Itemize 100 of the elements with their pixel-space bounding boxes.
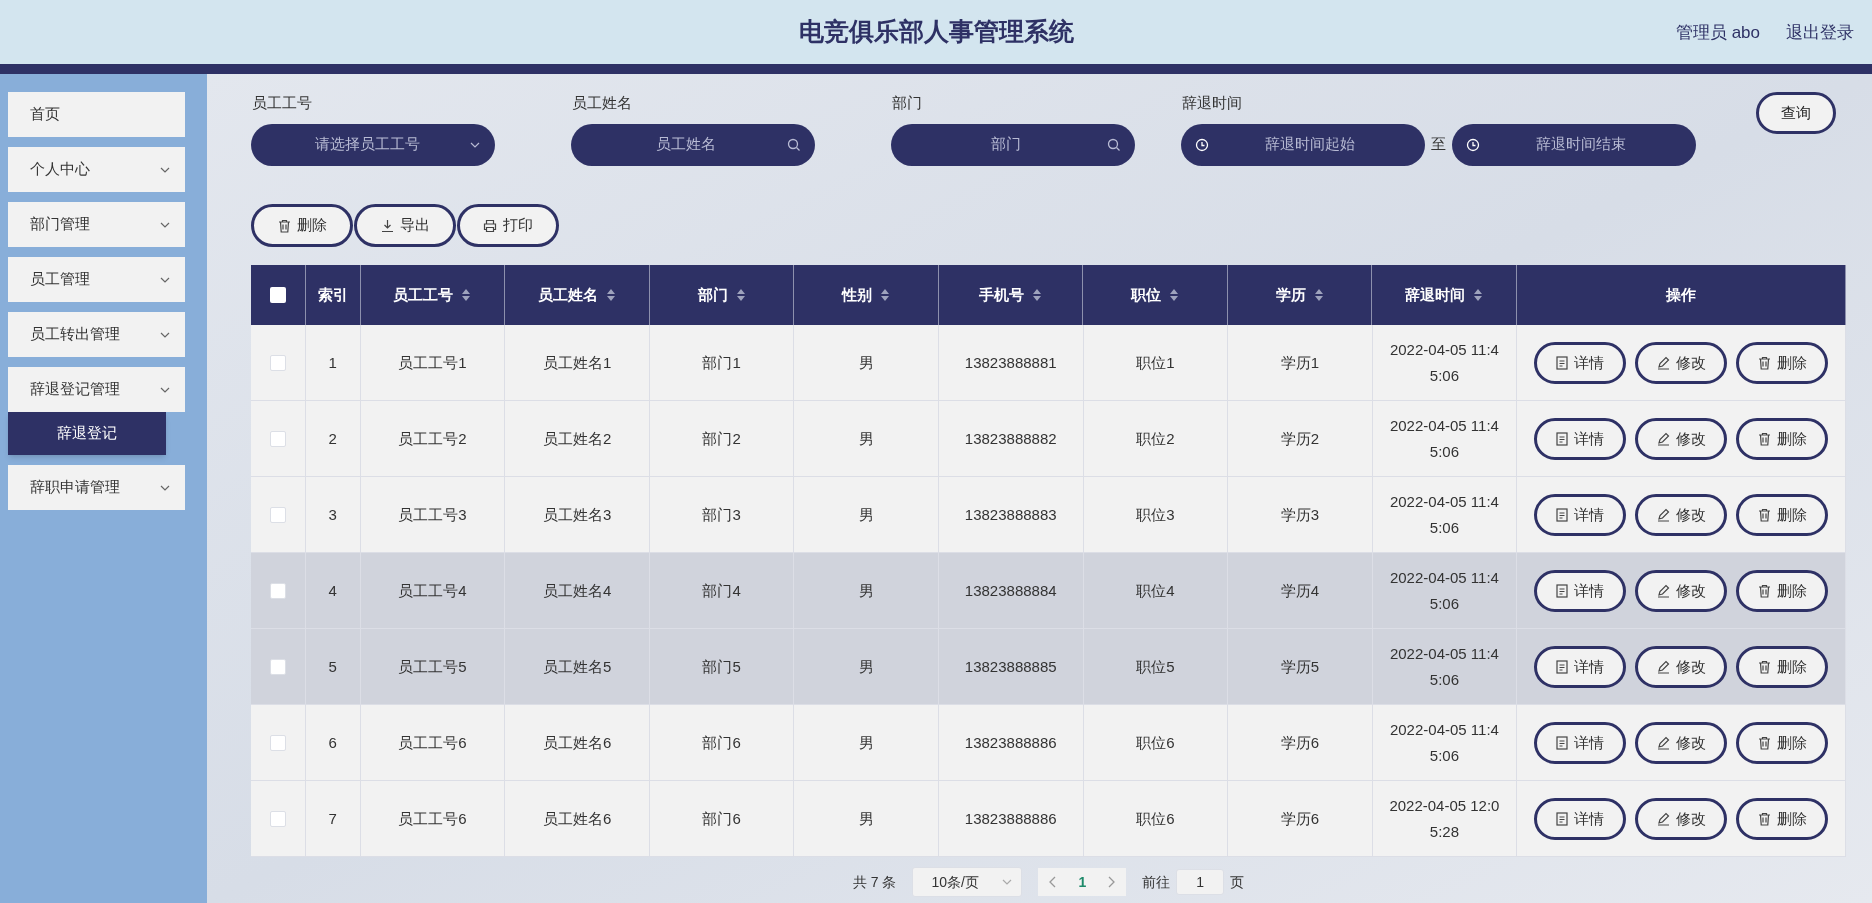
select-field[interactable]: 请选择员工工号 — [251, 123, 495, 166]
field-label: 员工工号 — [251, 93, 313, 113]
table-cell-text: 学历1 — [1280, 352, 1320, 373]
sort-icon — [461, 288, 472, 302]
table-cell-text: 职位5 — [1136, 656, 1175, 677]
detail-button[interactable]: 详情 — [1534, 797, 1627, 840]
row-checkbox[interactable] — [269, 810, 286, 827]
pencil-icon — [1656, 431, 1670, 446]
table-cell-text: 学历4 — [1280, 580, 1320, 601]
row-checkbox[interactable] — [269, 354, 286, 371]
edit-button[interactable]: 修改 — [1635, 721, 1728, 764]
page-number[interactable]: 1 — [1072, 871, 1093, 893]
delete-button[interactable]: 删除 — [1736, 417, 1829, 460]
row-checkbox[interactable] — [269, 658, 286, 675]
table-cell-text: 职位3 — [1136, 504, 1175, 525]
table-cell-text: 男 — [858, 504, 874, 525]
input-field[interactable]: 部门 — [891, 123, 1135, 166]
table-cell-text: 部门6 — [702, 808, 741, 829]
submenu-item[interactable]: 辞退登记 — [8, 412, 166, 455]
table-row[interactable]: 4 员工工号4 员工姓名4 部门4 男 13823888884 职位4 学历4 2022-04-05 11:45:06 详情 修改 删除 — [251, 553, 1846, 629]
detail-button[interactable]: 详情 — [1534, 341, 1627, 384]
table-row[interactable]: 6 员工工号6 员工姓名6 部门6 男 13823888886 职位6 学历6 2022-04-05 11:45:06 详情 修改 删除 — [251, 705, 1846, 781]
next-page-button[interactable] — [1106, 876, 1117, 888]
row-checkbox[interactable] — [269, 734, 286, 751]
table-cell-text: 2022-04-05 11:45:06 — [1388, 491, 1500, 538]
row-checkbox[interactable] — [269, 430, 286, 447]
total-count: 共 7 条 — [852, 872, 897, 892]
sort-icon — [1473, 288, 1484, 302]
document-icon — [1556, 355, 1569, 370]
edit-button[interactable]: 修改 — [1635, 341, 1728, 384]
table-cell-text: 部门2 — [702, 428, 741, 449]
sidebar-item[interactable]: 辞退登记管理 — [8, 367, 185, 412]
table-cell-text: 2022-04-05 11:45:06 — [1388, 719, 1500, 766]
table-row[interactable]: 2 员工工号2 员工姓名2 部门2 男 13823888882 职位2 学历2 2022-04-05 11:45:06 详情 修改 删除 — [251, 401, 1846, 477]
trash-icon — [1757, 811, 1771, 826]
detail-button[interactable]: 详情 — [1534, 493, 1627, 536]
detail-button[interactable]: 详情 — [1534, 417, 1627, 460]
trash-icon — [1757, 659, 1771, 674]
table-cell-text: 职位2 — [1136, 428, 1175, 449]
table-row[interactable]: 7 员工工号6 员工姓名6 部门6 男 13823888886 职位6 学历6 2022-04-05 12:05:28 详情 修改 删除 — [251, 781, 1846, 857]
table-cell-text: 员工姓名4 — [542, 580, 612, 601]
detail-button[interactable]: 详情 — [1534, 569, 1627, 612]
table-cell-text: 3 — [328, 504, 337, 525]
delete-button[interactable]: 删除 — [1736, 493, 1829, 536]
query-button[interactable]: 查询 — [1756, 92, 1836, 134]
input-field[interactable]: 辞退时间起始 — [1181, 123, 1425, 166]
input-field[interactable]: 辞退时间结束 — [1452, 123, 1696, 166]
edit-button[interactable]: 修改 — [1635, 417, 1728, 460]
table-cell-text: 员工工号4 — [398, 580, 467, 601]
table-cell-text: 学历3 — [1280, 504, 1320, 525]
trash-icon — [1757, 355, 1771, 370]
sidebar-item[interactable]: 员工管理 — [8, 257, 185, 302]
delete-button[interactable]: 删除 — [1736, 569, 1829, 612]
print-button[interactable]: 打印 — [457, 204, 559, 247]
detail-button[interactable]: 详情 — [1534, 721, 1627, 764]
edit-button[interactable]: 修改 — [1635, 797, 1728, 840]
detail-button[interactable]: 详情 — [1534, 645, 1627, 688]
table-cell-text: 2 — [328, 428, 337, 449]
sidebar-item[interactable]: 员工转出管理 — [8, 312, 185, 357]
column-header: 辞退时间 — [1405, 284, 1466, 305]
select-all-checkbox[interactable] — [269, 287, 286, 303]
column-header: 员工工号 — [393, 284, 454, 305]
table-cell-text: 员工姓名1 — [542, 352, 612, 373]
edit-button[interactable]: 修改 — [1635, 645, 1728, 688]
table-cell-text: 职位1 — [1136, 352, 1175, 373]
sidebar-item[interactable]: 首页 — [8, 92, 185, 137]
row-checkbox[interactable] — [269, 582, 286, 599]
sort-icon — [1169, 288, 1180, 302]
delete-button[interactable]: 删除 — [1736, 797, 1829, 840]
logout-link[interactable]: 退出登录 — [1786, 20, 1854, 46]
pencil-icon — [1656, 507, 1670, 522]
table-cell-text: 学历2 — [1280, 428, 1320, 449]
table-cell-text: 13823888885 — [964, 656, 1057, 677]
table-cell-text: 员工姓名2 — [542, 428, 612, 449]
sort-icon — [1313, 288, 1324, 302]
app-title: 电竞俱乐部人事管理系统 — [798, 16, 1074, 48]
sidebar-item[interactable]: 部门管理 — [8, 202, 185, 247]
table-row[interactable]: 1 员工工号1 员工姓名1 部门1 男 13823888881 职位1 学历1 2022-04-05 11:45:06 详情 修改 删除 — [251, 325, 1846, 401]
table-row[interactable]: 5 员工工号5 员工姓名5 部门5 男 13823888885 职位5 学历5 2022-04-05 11:45:06 详情 修改 删除 — [251, 629, 1846, 705]
delete-button[interactable]: 删除 — [1736, 721, 1829, 764]
goto-label: 前往 — [1142, 872, 1171, 892]
table-cell-text: 员工姓名5 — [542, 656, 612, 677]
table-cell-text: 男 — [858, 580, 874, 601]
table-cell-text: 2022-04-05 12:05:28 — [1388, 795, 1501, 842]
table-row[interactable]: 3 员工工号3 员工姓名3 部门3 男 13823888883 职位3 学历3 2022-04-05 11:45:06 详情 修改 删除 — [251, 477, 1846, 553]
edit-button[interactable]: 修改 — [1635, 569, 1728, 612]
sidebar-item[interactable]: 个人中心 — [8, 147, 185, 192]
delete-button[interactable]: 删除 — [251, 204, 353, 247]
delete-button[interactable]: 删除 — [1736, 341, 1829, 384]
sidebar-item[interactable]: 辞职申请管理 — [8, 465, 185, 510]
document-icon — [1556, 735, 1569, 750]
page-size-select[interactable]: 10条/页 — [912, 867, 1023, 897]
page-input[interactable]: 1 — [1176, 869, 1225, 895]
table-cell-text: 4 — [328, 580, 337, 601]
export-button[interactable]: 导出 — [354, 204, 456, 247]
input-field[interactable]: 员工姓名 — [571, 123, 815, 166]
edit-button[interactable]: 修改 — [1635, 493, 1728, 536]
delete-button[interactable]: 删除 — [1736, 645, 1829, 688]
table-cell-text: 1 — [328, 352, 337, 373]
row-checkbox[interactable] — [269, 506, 286, 523]
